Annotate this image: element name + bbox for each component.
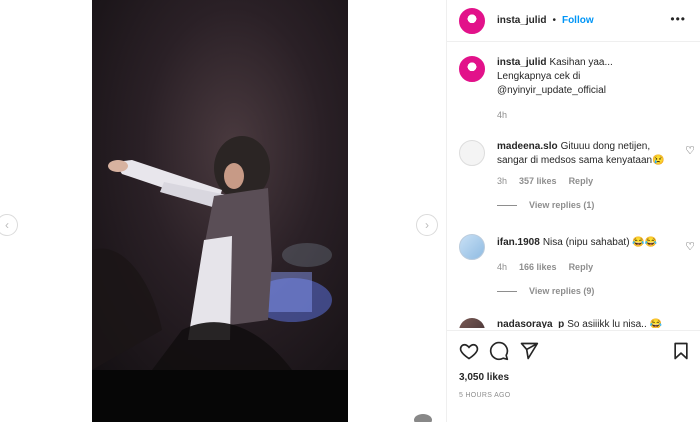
video-player[interactable] [92,0,348,422]
comment-avatar[interactable] [459,318,485,328]
view-replies-label: View replies (1) [529,200,595,210]
like-comment-heart-icon[interactable]: ♡ [685,240,695,253]
comment-likes[interactable]: 357 likes [519,176,557,186]
avatar[interactable] [459,7,485,34]
post-panel: insta_julid • Follow ••• insta_julid Kasi… [446,0,700,422]
replies-line [497,290,517,292]
comment-item: ifan.1908 Nisa (nipu sahabat) 😂😂 ♡ 4h 166… [459,234,695,296]
share-icon[interactable] [519,341,539,361]
comment-avatar[interactable] [459,234,485,260]
replies-line [497,204,517,206]
action-bar [447,330,700,366]
audio-icon[interactable] [414,414,432,422]
more-icon[interactable]: ••• [670,12,686,26]
caption-mention-link[interactable]: @nyinyir_update_official [497,85,606,96]
bookmark-icon[interactable] [671,341,691,361]
comment-username[interactable]: madeena.slo [497,141,558,152]
heart-icon[interactable] [459,341,479,361]
previous-button[interactable]: ‹ [0,214,18,236]
post-timestamp: 5 HOURS AGO [459,392,511,399]
like-comment-heart-icon[interactable]: ♡ [685,144,695,157]
comment-likes[interactable]: 166 likes [519,262,557,272]
comment-username[interactable]: ifan.1908 [497,237,540,248]
caption-line-1: Kasihan yaa... [549,57,613,68]
video-letterbox [92,370,348,422]
follow-button[interactable]: Follow [562,15,594,26]
view-replies-button[interactable]: View replies (1) [497,200,695,210]
comment-username[interactable]: nadasoraya_p [497,319,564,328]
comment-icon[interactable] [489,341,509,361]
comments-list[interactable]: insta_julid Kasihan yaa... Lengkapnya cek… [447,46,700,328]
caption: insta_julid Kasihan yaa... Lengkapnya cek… [459,56,695,120]
like-count[interactable]: 3,050 likes [459,372,509,383]
comment-avatar[interactable] [459,140,485,166]
caption-time: 4h [497,110,508,120]
caption-username[interactable]: insta_julid [497,57,546,68]
next-button[interactable]: › [416,214,438,236]
comment-text: Nisa (nipu sahabat) 😂😂 [542,237,658,248]
reply-button[interactable]: Reply [569,262,594,272]
performer-figure [92,136,332,370]
reply-button[interactable]: Reply [569,176,594,186]
caption-line-2: Lengkapnya cek di [497,71,581,82]
separator-dot: • [552,15,556,26]
caption-avatar[interactable] [459,56,485,82]
comment-item: madeena.slo Gituuu dong netijen, sangar d… [459,140,695,210]
comment-time: 3h [497,176,508,186]
media-area: ‹ › [0,0,446,422]
comment-time: 4h [497,262,508,272]
comment-text: So asiiikk lu nisa.. 😂 [567,319,662,328]
view-replies-label: View replies (9) [529,286,595,296]
post-header: insta_julid • Follow ••• [447,0,700,42]
video-frame [92,0,348,370]
chevron-left-icon: ‹ [5,218,9,232]
view-replies-button[interactable]: View replies (9) [497,286,695,296]
post-username[interactable]: insta_julid [497,15,546,26]
chevron-right-icon: › [425,218,429,232]
comment-item: nadasoraya_p So asiiikk lu nisa.. 😂 [459,318,695,328]
